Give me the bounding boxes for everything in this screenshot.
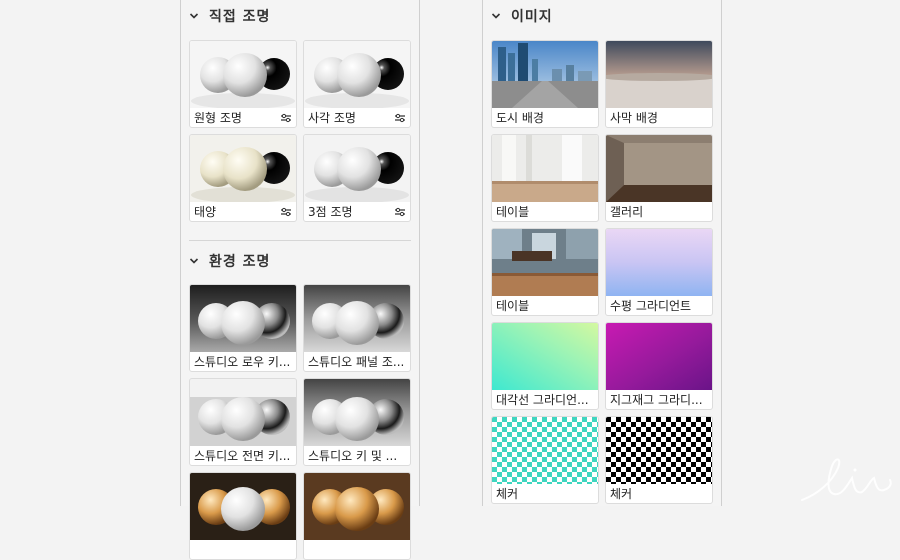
city-background-thumbnail (492, 41, 598, 108)
direct-lighting-header[interactable]: 직접 조명 (189, 6, 270, 26)
section-divider (189, 240, 411, 241)
card-label: 수평 그라디언트 (610, 299, 692, 313)
card-label: 테이블 (496, 205, 530, 219)
images-title: 이미지 (511, 9, 553, 25)
sliders-icon[interactable] (280, 207, 292, 217)
image-card-gallery[interactable]: 갤러리 (605, 134, 713, 222)
sliders-icon[interactable] (394, 207, 406, 217)
image-card-desert[interactable]: 사막 배경 (605, 40, 713, 128)
square-light-thumbnail (304, 41, 410, 108)
studio-low-key-thumbnail (190, 285, 296, 352)
card-label: 사각 조명 (308, 111, 356, 125)
desert-background-thumbnail (606, 41, 712, 108)
chevron-down-icon (189, 258, 199, 264)
card-label: 원형 조명 (194, 111, 242, 125)
chevron-down-icon (491, 13, 501, 19)
env-card-studio-low-key[interactable]: 스튜디오 로우 키... (189, 284, 297, 372)
checker-teal-thumbnail (492, 417, 598, 484)
lighting-panel: 직접 조명 원형 조명 사각 조명 태양 3점 조명 환경 조명 스튜디오 로우… (180, 0, 420, 560)
studio-front-key-thumbnail (190, 379, 296, 446)
card-label: 스튜디오 로우 키... (194, 355, 291, 369)
diagonal-gradient-thumbnail (492, 323, 598, 390)
sliders-icon[interactable] (280, 113, 292, 123)
gallery-thumbnail (606, 135, 712, 202)
circle-light-thumbnail (190, 41, 296, 108)
lighting-card-sun[interactable]: 태양 (189, 134, 297, 222)
table-thumbnail (492, 135, 598, 202)
env-card-studio-panel[interactable]: 스튜디오 패널 조... (303, 284, 411, 372)
card-label: 스튜디오 전면 키... (194, 449, 291, 463)
lighting-card-square[interactable]: 사각 조명 (303, 40, 411, 128)
sliders-icon[interactable] (394, 113, 406, 123)
card-label: 3점 조명 (308, 205, 353, 219)
card-label: 갤러리 (610, 205, 644, 219)
lighting-card-three-point[interactable]: 3점 조명 (303, 134, 411, 222)
card-label: 체커 (610, 487, 633, 501)
checker-black-thumbnail (606, 417, 712, 484)
direct-lighting-title: 직접 조명 (209, 9, 271, 25)
sun-light-thumbnail (190, 135, 296, 202)
env-card-studio-front-key[interactable]: 스튜디오 전면 키... (189, 378, 297, 466)
card-label: 지그재그 그라디... (610, 393, 703, 407)
table-thumbnail (492, 229, 598, 296)
zigzag-gradient-thumbnail (606, 323, 712, 390)
card-label: 테이블 (496, 299, 530, 313)
signature-watermark (801, 458, 892, 501)
card-label: 스튜디오 패널 조... (308, 355, 405, 369)
image-card-table-1[interactable]: 테이블 (491, 134, 599, 222)
images-header[interactable]: 이미지 (491, 6, 553, 26)
card-label: 도시 배경 (496, 111, 544, 125)
env-thumbnail (190, 473, 296, 540)
environment-lighting-title: 환경 조명 (209, 254, 271, 270)
env-card-partial-1[interactable] (189, 472, 297, 560)
studio-panel-thumbnail (304, 285, 410, 352)
image-card-checker-black[interactable]: 체커 (605, 416, 713, 504)
card-label: 체커 (496, 487, 519, 501)
card-label: 스튜디오 키 및 ... (308, 449, 398, 463)
images-panel: 이미지 도시 배경 사막 배경 테이블 갤러리 테이블 수평 그라디언트 대각선… (482, 0, 722, 506)
three-point-light-thumbnail (304, 135, 410, 202)
card-label: 태양 (194, 205, 217, 219)
card-label: 사막 배경 (610, 111, 658, 125)
studio-key-thumbnail (304, 379, 410, 446)
card-label: 대각선 그라디언... (496, 393, 589, 407)
image-card-city[interactable]: 도시 배경 (491, 40, 599, 128)
chevron-down-icon (189, 13, 199, 19)
image-card-checker-teal[interactable]: 체커 (491, 416, 599, 504)
lighting-card-circle[interactable]: 원형 조명 (189, 40, 297, 128)
env-thumbnail (304, 473, 410, 540)
env-card-studio-key-and[interactable]: 스튜디오 키 및 ... (303, 378, 411, 466)
image-card-table-2[interactable]: 테이블 (491, 228, 599, 316)
image-card-horizontal-gradient[interactable]: 수평 그라디언트 (605, 228, 713, 316)
env-card-partial-2[interactable] (303, 472, 411, 560)
environment-lighting-header[interactable]: 환경 조명 (189, 251, 270, 271)
image-card-zigzag-gradient[interactable]: 지그재그 그라디... (605, 322, 713, 410)
horizontal-gradient-thumbnail (606, 229, 712, 296)
image-card-diagonal-gradient[interactable]: 대각선 그라디언... (491, 322, 599, 410)
